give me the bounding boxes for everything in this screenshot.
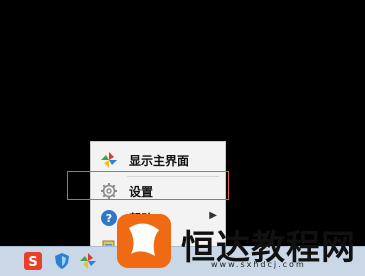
sogou-input-icon[interactable]: S [24,252,42,270]
svg-text:?: ? [106,212,112,225]
svg-text:S: S [28,255,37,270]
watermark-url: www.sxhdcj.com [211,260,306,269]
help-icon: ? [101,210,117,226]
pinwheel-tray-icon[interactable] [79,252,97,270]
pinwheel-icon [101,152,117,168]
watermark-logo [117,214,171,268]
menu-item-label: 显示主界面 [129,154,190,168]
shield-icon[interactable] [53,252,71,270]
settings-highlight-box [67,171,229,200]
